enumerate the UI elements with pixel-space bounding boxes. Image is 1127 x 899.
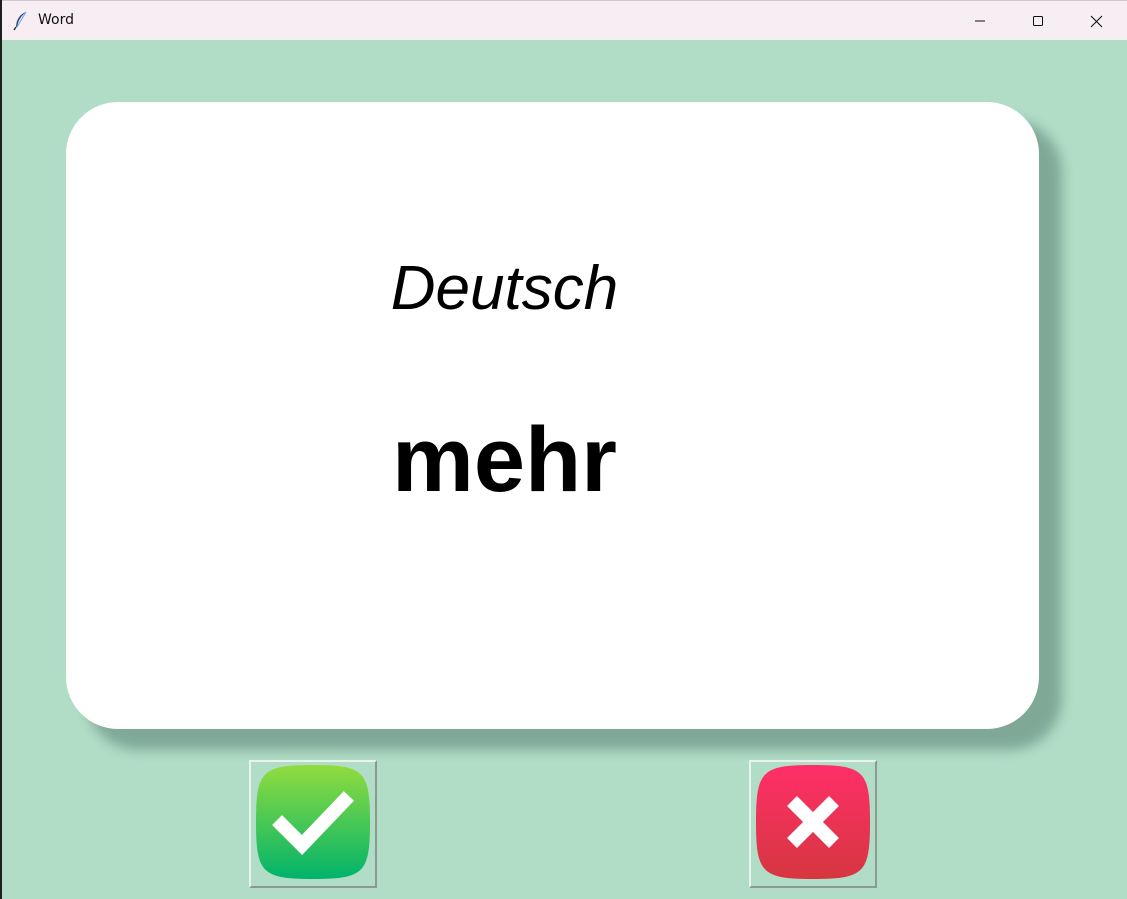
maximize-button[interactable]	[1009, 1, 1067, 41]
window-title: Word	[38, 12, 74, 28]
checkmark-icon	[252, 761, 374, 888]
card-language-label: Deutsch	[390, 254, 619, 323]
right-button[interactable]	[249, 760, 377, 888]
close-button[interactable]	[1067, 1, 1125, 41]
feather-icon	[12, 11, 30, 31]
app-window: Word Deutsch mehr	[2, 0, 1127, 899]
maximize-icon	[1032, 15, 1044, 27]
minimize-button[interactable]	[951, 1, 1009, 41]
wrong-button[interactable]	[749, 760, 877, 888]
card-word: mehr	[392, 409, 617, 511]
cross-icon	[752, 761, 874, 888]
title-bar[interactable]: Word	[2, 0, 1127, 40]
minimize-icon	[974, 15, 986, 27]
close-icon	[1090, 15, 1103, 28]
